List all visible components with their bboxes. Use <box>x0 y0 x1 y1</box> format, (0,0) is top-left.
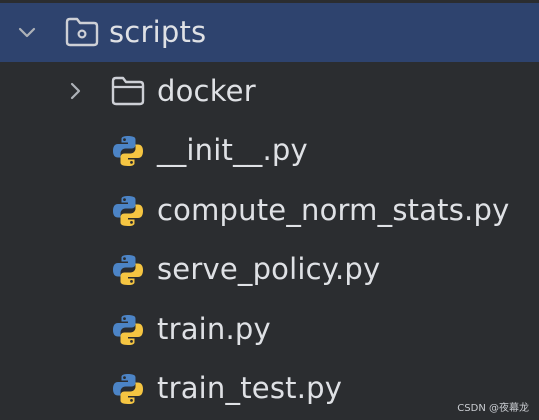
tree-item-label: __init__.py <box>157 133 308 167</box>
tree-row-file[interactable]: compute_norm_stats.py <box>0 181 539 240</box>
chevron-right-icon[interactable] <box>64 80 86 102</box>
folder-icon <box>110 73 146 109</box>
python-file-icon <box>110 193 146 229</box>
python-file-icon <box>110 312 146 348</box>
folder-source-icon <box>64 14 100 50</box>
tree-item-label: train.py <box>157 312 271 346</box>
chevron-down-icon[interactable] <box>16 21 38 43</box>
tree-row-docker[interactable]: docker <box>0 62 539 121</box>
tree-item-label: train_test.py <box>157 371 343 405</box>
project-tree: scripts docker __init__.py compute_norm_… <box>0 0 539 420</box>
python-file-icon <box>110 371 146 407</box>
tree-row-file[interactable]: serve_policy.py <box>0 240 539 299</box>
tree-item-label: compute_norm_stats.py <box>157 193 510 227</box>
python-file-icon <box>110 133 146 169</box>
tree-item-label: serve_policy.py <box>157 252 381 286</box>
python-file-icon <box>110 252 146 288</box>
tree-item-label: scripts <box>109 15 207 49</box>
tree-row-file[interactable]: train.py <box>0 300 539 359</box>
tree-item-label: docker <box>157 74 256 108</box>
tree-row-file[interactable]: __init__.py <box>0 121 539 180</box>
watermark: CSDN @夜幕龙 <box>457 403 529 414</box>
tree-row-scripts[interactable]: scripts <box>0 3 539 62</box>
